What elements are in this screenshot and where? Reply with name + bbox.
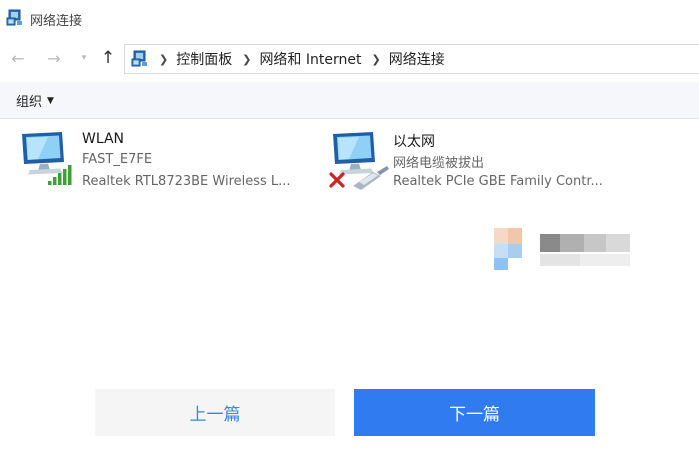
connection-status: 网络电缆被拔出 <box>393 156 485 171</box>
command-toolbar: 组织 ▼ <box>0 82 699 119</box>
previous-article-button[interactable]: 上一篇 <box>95 389 335 436</box>
navigation-bar: ← → ▾ ↑ ❯ 控制面板 ❯ 网络和 Internet ❯ 网络连接 <box>0 40 699 76</box>
connection-item-ethernet[interactable]: 以太网 网络电缆被拔出 Realtek PCIe GBE Family Cont… <box>329 128 649 198</box>
connection-device: Realtek RTL8723BE Wireless L... <box>82 174 291 189</box>
control-panel-icon <box>131 50 147 67</box>
recent-locations-chevron-icon[interactable]: ▾ <box>74 48 94 68</box>
connection-details: WLAN FAST_E7FE Realtek RTL8723BE Wireles… <box>82 131 291 196</box>
connection-device: Realtek PCIe GBE Family Contr... <box>393 174 603 189</box>
back-arrow-icon[interactable]: ← <box>8 48 28 68</box>
connection-details: 以太网 网络电缆被拔出 Realtek PCIe GBE Family Cont… <box>393 131 603 196</box>
connection-status: FAST_E7FE <box>82 152 153 167</box>
forward-arrow-icon[interactable]: → <box>44 48 64 68</box>
connection-name: 以太网 <box>393 134 435 150</box>
organize-label: 组织 <box>16 95 43 110</box>
blurred-watermark <box>494 228 630 270</box>
chevron-down-icon: ▼ <box>47 95 54 106</box>
breadcrumb-chevron-icon[interactable]: ❯ <box>159 53 168 66</box>
breadcrumb-network-internet[interactable]: 网络和 Internet <box>259 49 361 69</box>
up-arrow-icon[interactable]: ↑ <box>98 48 118 68</box>
address-bar[interactable]: ❯ 控制面板 ❯ 网络和 Internet ❯ 网络连接 <box>124 44 699 74</box>
breadcrumb-control-panel[interactable]: 控制面板 <box>176 49 232 69</box>
breadcrumb-network-connections[interactable]: 网络连接 <box>389 49 445 69</box>
network-connections-app-icon <box>6 9 22 26</box>
wireless-network-icon <box>22 132 72 185</box>
breadcrumb-chevron-icon[interactable]: ❯ <box>242 53 251 66</box>
organize-menu-button[interactable]: 组织 ▼ <box>16 91 54 110</box>
connection-item-wlan[interactable]: WLAN FAST_E7FE Realtek RTL8723BE Wireles… <box>18 128 318 198</box>
breadcrumb-chevron-icon[interactable]: ❯ <box>371 53 380 66</box>
window-title: 网络连接 <box>30 14 83 29</box>
title-bar: 网络连接 <box>0 0 699 38</box>
next-article-button[interactable]: 下一篇 <box>354 389 595 436</box>
connection-name: WLAN <box>82 131 125 147</box>
ethernet-disconnected-icon <box>329 132 389 190</box>
